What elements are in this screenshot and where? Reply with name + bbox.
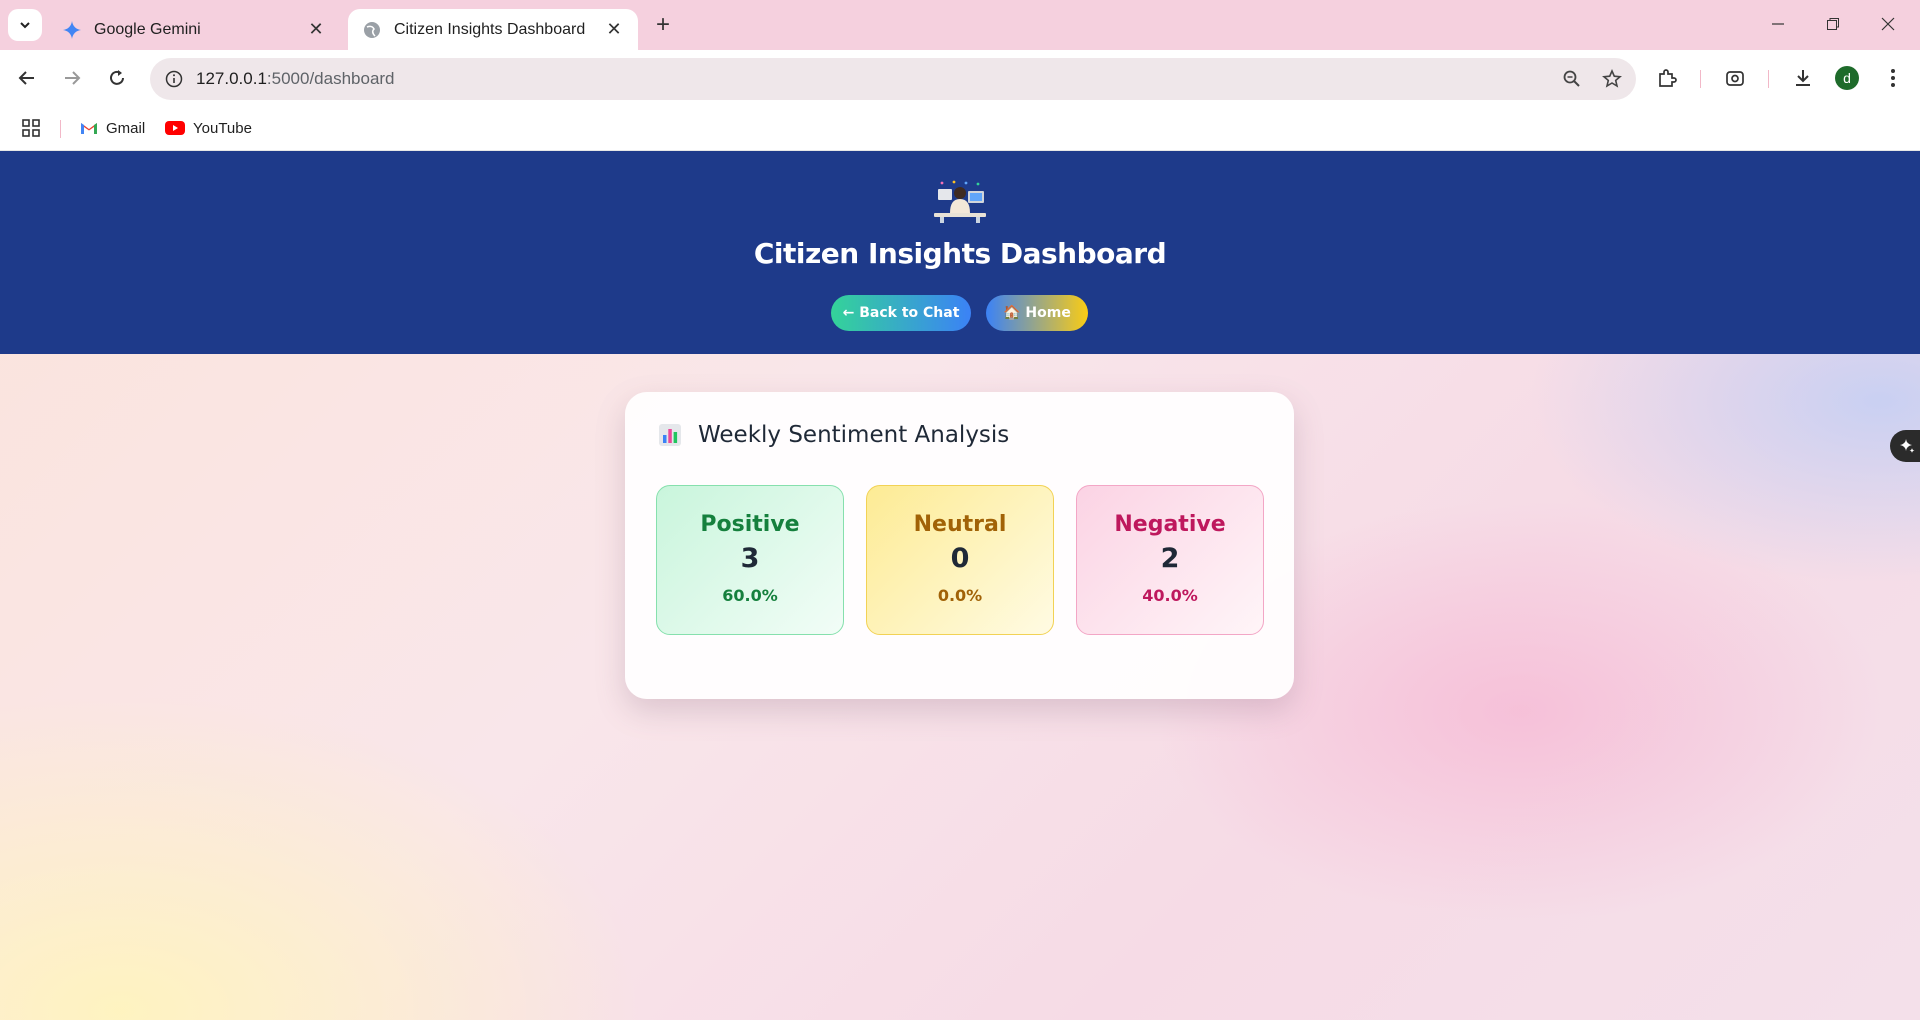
positive-percent: 60.0% bbox=[722, 586, 778, 605]
bookmark-star-icon[interactable] bbox=[1596, 63, 1628, 95]
tab-strip: Google Gemini ✕ Citizen Insights Dashboa… bbox=[0, 0, 1920, 50]
negative-count: 2 bbox=[1160, 543, 1180, 574]
ai-assist-button[interactable] bbox=[1890, 430, 1920, 462]
globe-icon bbox=[362, 20, 382, 40]
negative-stat-card: Negative 2 40.0% bbox=[1076, 485, 1264, 635]
neutral-stat-card: Neutral 0 0.0% bbox=[866, 485, 1054, 635]
tab-google-gemini[interactable]: Google Gemini ✕ bbox=[48, 9, 340, 50]
reload-button[interactable] bbox=[102, 63, 132, 93]
address-bar[interactable]: 127.0.0.1:5000/dashboard bbox=[150, 58, 1636, 100]
forward-button[interactable] bbox=[57, 63, 87, 93]
sparkle-icon bbox=[1900, 439, 1915, 453]
negative-percent: 40.0% bbox=[1142, 586, 1198, 605]
chevron-down-icon bbox=[20, 22, 30, 29]
negative-label: Negative bbox=[1114, 512, 1226, 537]
browser-toolbar: 127.0.0.1:5000/dashboard bbox=[0, 50, 1920, 106]
card-header: Weekly Sentiment Analysis bbox=[658, 422, 1009, 448]
restore-button[interactable] bbox=[1811, 8, 1855, 40]
neutral-label: Neutral bbox=[913, 512, 1007, 537]
arrow-right-icon bbox=[65, 71, 81, 85]
close-tab-icon[interactable]: ✕ bbox=[306, 19, 326, 40]
sentiment-card: Weekly Sentiment Analysis Positive 3 60.… bbox=[625, 392, 1294, 699]
bookmark-label: YouTube bbox=[193, 119, 252, 137]
close-window-button[interactable] bbox=[1866, 8, 1910, 40]
positive-stat-card: Positive 3 60.0% bbox=[656, 485, 844, 635]
positive-label: Positive bbox=[700, 512, 800, 537]
minimize-icon bbox=[1772, 23, 1784, 25]
tab-title: Citizen Insights Dashboard bbox=[394, 20, 586, 38]
kebab-menu-icon[interactable] bbox=[1878, 63, 1908, 93]
gemini-icon bbox=[62, 20, 82, 40]
bookmarks-divider bbox=[60, 120, 61, 138]
bookmark-youtube[interactable]: YouTube bbox=[165, 116, 252, 140]
arrow-left-icon bbox=[18, 71, 34, 85]
close-icon bbox=[1881, 17, 1895, 31]
bar-chart-icon bbox=[659, 424, 681, 446]
toolbar-divider bbox=[1700, 70, 1701, 88]
tab-search-button[interactable] bbox=[8, 9, 42, 41]
close-tab-icon[interactable]: ✕ bbox=[604, 19, 624, 40]
neutral-percent: 0.0% bbox=[937, 586, 983, 605]
card-title: Weekly Sentiment Analysis bbox=[698, 422, 1010, 448]
back-button[interactable] bbox=[12, 63, 42, 93]
back-to-chat-button[interactable]: ← Back to Chat bbox=[831, 295, 971, 331]
bookmarks-bar: Gmail YouTube bbox=[0, 106, 1920, 151]
zoom-icon[interactable] bbox=[1556, 63, 1588, 95]
page-content: Citizen Insights Dashboard ← Back to Cha… bbox=[0, 151, 1920, 1020]
citizen-desk-illustration bbox=[934, 180, 986, 223]
gmail-icon bbox=[80, 121, 98, 135]
extensions-icon[interactable] bbox=[1652, 63, 1682, 93]
toolbar-divider bbox=[1768, 70, 1769, 88]
minimize-button[interactable] bbox=[1756, 8, 1800, 40]
dashboard-header: Citizen Insights Dashboard ← Back to Cha… bbox=[0, 151, 1920, 354]
tab-citizen-insights[interactable]: Citizen Insights Dashboard ✕ bbox=[348, 9, 638, 50]
home-button[interactable]: 🏠 Home bbox=[986, 295, 1088, 331]
reload-icon bbox=[110, 70, 124, 85]
bookmark-label: Gmail bbox=[106, 119, 146, 137]
screenshot-lens-icon[interactable] bbox=[1720, 63, 1750, 93]
positive-count: 3 bbox=[740, 543, 760, 574]
tab-title: Google Gemini bbox=[94, 20, 201, 38]
neutral-count: 0 bbox=[950, 543, 970, 574]
bookmark-gmail[interactable]: Gmail bbox=[80, 116, 145, 140]
youtube-icon bbox=[165, 121, 185, 135]
url-text[interactable]: 127.0.0.1:5000/dashboard bbox=[196, 69, 1556, 89]
download-icon[interactable] bbox=[1788, 63, 1818, 93]
restore-icon bbox=[1827, 18, 1839, 30]
site-info-icon[interactable] bbox=[162, 67, 186, 91]
profile-avatar[interactable]: d bbox=[1835, 66, 1859, 90]
new-tab-button[interactable]: + bbox=[650, 11, 676, 38]
page-title: Citizen Insights Dashboard bbox=[753, 237, 1167, 270]
apps-grid-icon[interactable] bbox=[22, 116, 40, 140]
